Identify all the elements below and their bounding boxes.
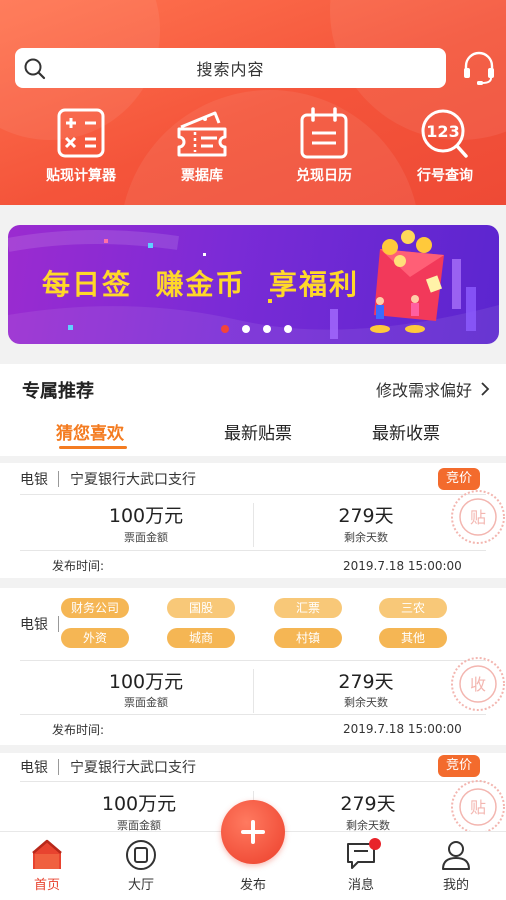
quick-ticket-label: 票据库 (181, 168, 223, 184)
tab-guess-you-like[interactable]: 猜您喜欢 (56, 419, 124, 444)
tag: 村镇 (274, 628, 342, 648)
publish-time-label: 发布时间: (52, 723, 105, 737)
tab-latest-collect[interactable]: 最新收票 (372, 419, 440, 444)
banner-pagination[interactable] (221, 325, 292, 333)
face-amount-label: 票面金额 (124, 696, 168, 709)
nav-messages[interactable]: 消息 (326, 838, 396, 893)
face-amount: 100万元 (101, 793, 177, 815)
banner-dot[interactable] (284, 325, 292, 333)
divider (253, 669, 254, 713)
remaining-days-label: 剩余天数 (344, 531, 388, 544)
header: 搜索内容 贴现计算器 票据库 兑现日历 123 行号查询 (0, 0, 506, 205)
nav-hall-label: 大厅 (127, 878, 154, 893)
banner-dot[interactable] (221, 325, 229, 333)
discount-stamp-icon: 贴 (451, 490, 505, 544)
remaining-days: 279天 (340, 793, 396, 815)
tag: 其他 (379, 628, 447, 648)
divider (20, 550, 486, 551)
divider (58, 759, 59, 775)
face-amount: 100万元 (108, 505, 184, 527)
home-icon (32, 839, 62, 869)
collect-stamp-icon: 收 (451, 657, 505, 711)
svg-text:贴: 贴 (470, 508, 486, 527)
publish-time-label: 发布时间: (52, 559, 105, 573)
remaining-days-label: 剩余天数 (344, 696, 388, 709)
divider (20, 660, 486, 661)
publish-button[interactable] (221, 800, 285, 864)
tag: 外资 (61, 628, 129, 648)
edit-preference-link[interactable]: 修改需求偏好 (376, 377, 490, 401)
tag: 城商 (167, 628, 235, 648)
search-number-icon: 123 (421, 109, 468, 158)
publish-label: 发布 (239, 878, 266, 893)
svg-text:贴: 贴 (470, 798, 486, 817)
tag: 财务公司 (61, 598, 129, 618)
calendar-icon (300, 107, 348, 159)
banner-slogan: 每日签 赚金币 享福利 (42, 268, 359, 301)
plus-icon (251, 820, 255, 844)
tag: 汇票 (274, 598, 342, 618)
nav-mine-label: 我的 (442, 878, 469, 893)
nav-home[interactable]: 首页 (12, 838, 82, 893)
tag: 国股 (167, 598, 235, 618)
quick-bank-number[interactable]: 123 行号查询 (395, 105, 495, 185)
divider (58, 471, 59, 487)
divider (253, 503, 254, 547)
search-input[interactable]: 搜索内容 (196, 56, 264, 80)
quick-calendar[interactable]: 兑现日历 (274, 105, 374, 185)
tab-latest-discount[interactable]: 最新贴票 (224, 419, 292, 444)
quick-ticket-library[interactable]: 票据库 (152, 105, 252, 185)
card-header: 电银 宁夏银行大武口支行 竞价 (0, 753, 506, 783)
recommend-title: 专属推荐 (22, 381, 94, 402)
hall-icon (126, 840, 156, 870)
tag: 三农 (379, 598, 447, 618)
bill-type: 电银 (20, 760, 48, 776)
banner-dot[interactable] (263, 325, 271, 333)
nav-home-label: 首页 (33, 878, 60, 893)
divider (20, 494, 486, 495)
card-header: 电银 宁夏银行大武口支行 竞价 (0, 463, 506, 493)
promo-banner[interactable]: 每日签 赚金币 享福利 (8, 225, 499, 344)
bill-type: 电银 (20, 617, 48, 633)
bid-badge: 竞价 (437, 755, 480, 777)
search-bar[interactable]: 搜索内容 (15, 48, 446, 88)
face-amount-label: 票面金额 (124, 531, 168, 544)
face-amount: 100万元 (108, 671, 184, 693)
svg-text:收: 收 (470, 675, 486, 694)
divider (58, 616, 59, 632)
bill-card[interactable]: 电银 财务公司 国股 汇票 三农 外资 城商 村镇 其他 100万元 票面金额 … (0, 588, 506, 745)
remaining-days-label: 剩余天数 (346, 819, 390, 831)
ticket-icon (177, 111, 227, 157)
nav-messages-label: 消息 (347, 878, 374, 893)
divider (20, 714, 486, 715)
banner-dot[interactable] (242, 325, 250, 333)
quick-calculator-label: 贴现计算器 (46, 168, 116, 184)
quick-calendar-label: 兑现日历 (296, 168, 352, 184)
unread-badge (369, 838, 381, 850)
remaining-days: 279天 (338, 671, 394, 693)
publish-time: 2019.7.18 15:00:00 (343, 722, 462, 736)
bank-name: 宁夏银行大武口支行 (70, 472, 196, 488)
bill-card[interactable]: 电银 宁夏银行大武口支行 竞价 100万元 票面金额 279天 剩余天数 发布时… (0, 463, 506, 578)
divider (20, 781, 486, 782)
bank-name: 宁夏银行大武口支行 (70, 760, 196, 776)
calculator-icon (57, 108, 105, 158)
customer-service-icon[interactable] (462, 50, 496, 86)
face-amount-label: 票面金额 (117, 819, 161, 831)
nav-hall[interactable]: 大厅 (106, 838, 176, 893)
active-tab-indicator (59, 446, 127, 449)
recommend-section: 专属推荐 修改需求偏好 猜您喜欢 最新贴票 最新收票 (0, 364, 506, 456)
remaining-days: 279天 (338, 505, 394, 527)
search-icon (24, 58, 46, 80)
publish-time: 2019.7.18 15:00:00 (343, 559, 462, 573)
nav-mine[interactable]: 我的 (421, 838, 491, 893)
discount-stamp-icon: 贴 (451, 780, 505, 831)
edit-preference-label: 修改需求偏好 (375, 381, 472, 400)
svg-text:123: 123 (426, 122, 459, 141)
user-icon (442, 841, 470, 870)
chevron-right-icon (481, 382, 490, 396)
bill-type: 电银 (20, 472, 48, 488)
quick-calculator[interactable]: 贴现计算器 (31, 105, 131, 185)
quick-bank-number-label: 行号查询 (417, 168, 473, 184)
